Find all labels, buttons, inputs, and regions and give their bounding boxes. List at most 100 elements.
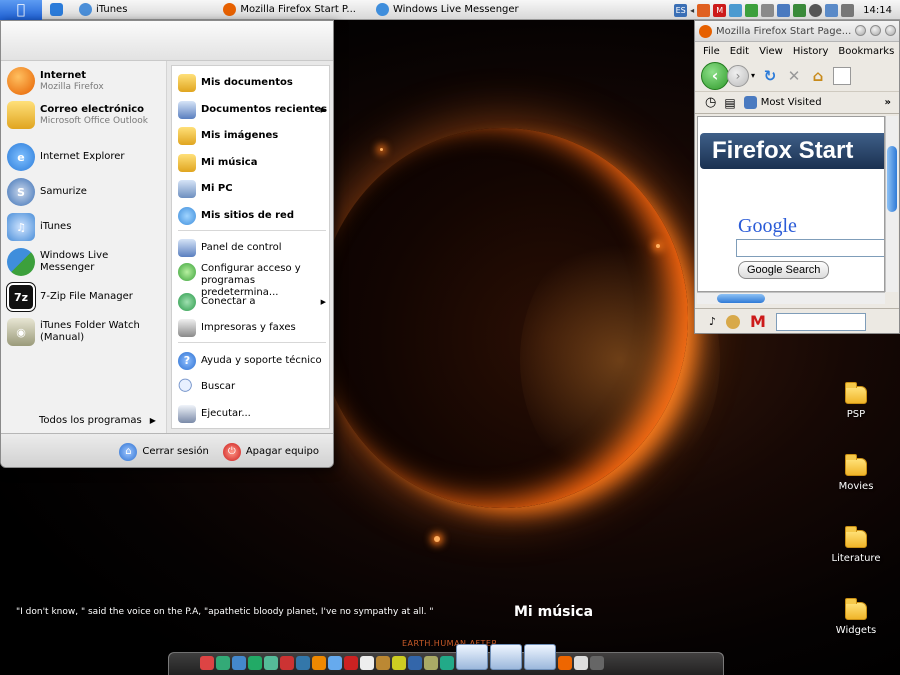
scroll-thumb[interactable]: [887, 146, 897, 212]
forward-button[interactable]: ›: [727, 64, 749, 87]
network-tray-icon[interactable]: [729, 3, 743, 17]
menu-history[interactable]: History: [793, 46, 829, 57]
tray-app-icon[interactable]: [697, 3, 711, 17]
pinned-email[interactable]: Correo electrónico Microsoft Office Outl…: [7, 101, 163, 129]
minimize-button[interactable]: [855, 25, 866, 36]
shutdown-button[interactable]: ⏻ Apagar equipo: [222, 442, 319, 461]
place-recent-documents[interactable]: Documentos recientes ▶: [178, 101, 328, 119]
home-icon[interactable]: ⌂: [809, 67, 827, 85]
dock-app-icon[interactable]: [424, 656, 438, 670]
logoff-button[interactable]: ⌂ Cerrar sesión: [119, 442, 209, 461]
bookmark-most-visited[interactable]: Most Visited: [743, 96, 822, 109]
recent-program-ie[interactable]: e Internet Explorer: [7, 143, 163, 171]
desktop-icon-psp[interactable]: PSP: [826, 382, 886, 420]
place-my-computer[interactable]: Mi PC: [178, 180, 328, 198]
place-help[interactable]: ? Ayuda y soporte técnico: [178, 352, 328, 370]
stop-icon[interactable]: ✕: [785, 67, 803, 85]
scroll-thumb[interactable]: [717, 294, 765, 303]
recent-program-folder-watch[interactable]: ◉ iTunes Folder Watch (Manual): [7, 318, 163, 346]
recent-program-samurize[interactable]: S Samurize: [7, 178, 163, 206]
recent-program-messenger[interactable]: Windows Live Messenger: [7, 248, 163, 276]
desktop-icon-movies[interactable]: Movies: [826, 454, 886, 492]
history-dropdown-icon[interactable]: ▾: [751, 71, 755, 80]
dock-app-icon[interactable]: [590, 656, 604, 670]
back-button[interactable]: ‹: [701, 61, 729, 90]
desktop-icon-widgets[interactable]: Widgets: [826, 598, 886, 636]
quicklaunch-ie-button[interactable]: [42, 0, 71, 20]
chevron-right-icon[interactable]: »: [885, 97, 891, 108]
taskbar-item-firefox[interactable]: Mozilla Firefox Start P...: [215, 0, 364, 20]
safely-remove-icon[interactable]: [761, 3, 775, 17]
place-my-music[interactable]: Mi música: [178, 154, 328, 172]
place-label: Buscar: [201, 381, 236, 392]
google-search-button[interactable]: Google Search: [738, 261, 830, 279]
dock-app-icon[interactable]: [440, 656, 454, 670]
menu-file[interactable]: File: [703, 46, 720, 57]
gear-icon[interactable]: [809, 3, 823, 17]
taskbar-item-messenger[interactable]: Windows Live Messenger: [368, 0, 527, 20]
firefox-icon: [223, 3, 237, 16]
dock-app-icon[interactable]: [248, 656, 262, 670]
tray-expand-icon[interactable]: ◂: [690, 6, 694, 15]
recent-program-itunes[interactable]: ♫ iTunes: [7, 213, 163, 241]
messenger-tray-icon[interactable]: [745, 3, 759, 17]
dock-app-icon[interactable]: [360, 656, 374, 670]
reload-icon[interactable]: ↻: [761, 67, 779, 85]
dock-app-icon[interactable]: [232, 656, 246, 670]
dock-app-icon[interactable]: [574, 656, 588, 670]
google-search-input[interactable]: [736, 239, 884, 257]
place-printers[interactable]: Impresoras y faxes: [178, 319, 328, 337]
place-connect-to[interactable]: Conectar a ▶: [178, 293, 328, 311]
dock-app-icon[interactable]: [312, 656, 326, 670]
place-search[interactable]: Buscar: [178, 378, 328, 396]
status-search-field[interactable]: [775, 312, 866, 331]
music-note-icon[interactable]: ♪: [709, 315, 716, 328]
pinned-internet[interactable]: Internet Mozilla Firefox: [7, 67, 163, 95]
print-icon[interactable]: ▤: [724, 96, 735, 110]
place-network[interactable]: Mis sitios de red: [178, 207, 328, 225]
dock-app-icon[interactable]: [280, 656, 294, 670]
recent-program-7zip[interactable]: 7z 7-Zip File Manager: [6, 282, 163, 312]
dock-app-icon[interactable]: [264, 656, 278, 670]
history-icon[interactable]: ◷: [705, 95, 716, 110]
smiley-icon[interactable]: [726, 314, 741, 329]
messenger-status-icon[interactable]: [793, 3, 807, 17]
menu-edit[interactable]: Edit: [730, 46, 749, 57]
menu-bookmarks[interactable]: Bookmarks: [838, 46, 894, 57]
apple-start-button[interactable]: : [0, 0, 42, 20]
mcafee-icon[interactable]: M: [750, 312, 766, 331]
dock-app-icon[interactable]: [296, 656, 310, 670]
vertical-scrollbar[interactable]: [885, 116, 898, 292]
dock-folder-icon[interactable]: [524, 644, 556, 670]
bookmark-label: Most Visited: [760, 97, 822, 108]
dock-app-icon[interactable]: [408, 656, 422, 670]
taskbar-item-itunes[interactable]: iTunes: [71, 0, 135, 20]
all-programs-button[interactable]: Todos los programas ▶: [39, 415, 156, 426]
dock-folder-icon[interactable]: [456, 644, 488, 670]
wifi-icon[interactable]: [777, 3, 791, 17]
place-control-panel[interactable]: Panel de control: [178, 239, 328, 257]
shield-icon[interactable]: [825, 3, 839, 17]
mcafee-icon[interactable]: M: [713, 3, 727, 17]
menu-view[interactable]: View: [759, 46, 783, 57]
volume-icon[interactable]: [841, 3, 855, 17]
close-button[interactable]: [885, 25, 896, 36]
horizontal-scrollbar[interactable]: [697, 292, 885, 304]
firefox-titlebar[interactable]: Mozilla Firefox Start Page...: [695, 21, 899, 42]
dock-app-icon[interactable]: [328, 656, 342, 670]
dock-app-icon[interactable]: [216, 656, 230, 670]
place-my-pictures[interactable]: Mis imágenes: [178, 127, 328, 145]
desktop-icon-literature[interactable]: Literature: [826, 526, 886, 564]
dock-app-icon[interactable]: [392, 656, 406, 670]
google-favicon[interactable]: [833, 66, 852, 85]
maximize-button[interactable]: [870, 25, 881, 36]
place-run[interactable]: Ejecutar...: [178, 405, 328, 423]
dock-app-icon[interactable]: [376, 656, 390, 670]
dock-app-icon[interactable]: [200, 656, 214, 670]
clock[interactable]: 14:14: [863, 5, 892, 16]
place-my-documents[interactable]: Mis documentos: [178, 74, 328, 92]
language-indicator[interactable]: ES: [674, 3, 688, 17]
dock-app-icon[interactable]: [558, 656, 572, 670]
dock-folder-icon[interactable]: [490, 644, 522, 670]
dock-app-icon[interactable]: [344, 656, 358, 670]
